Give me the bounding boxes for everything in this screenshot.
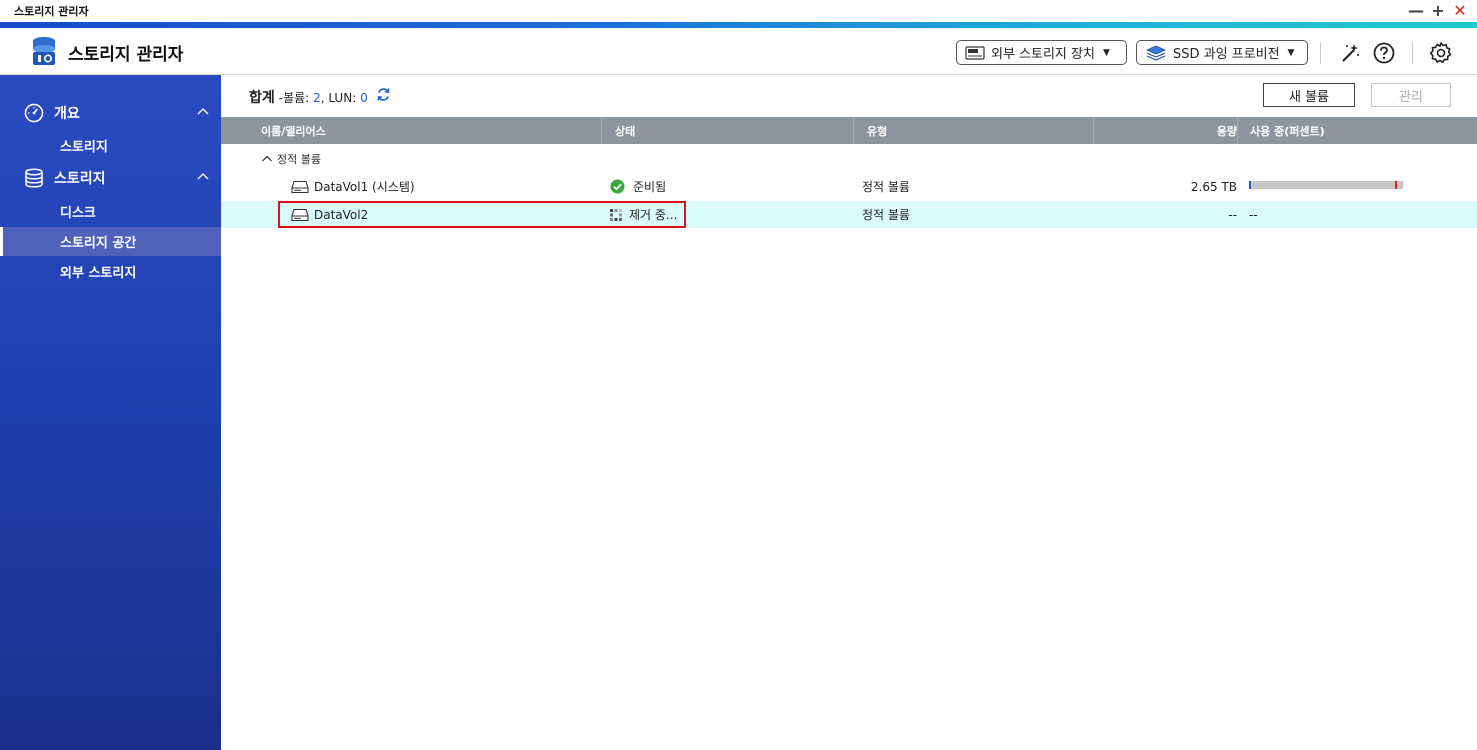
- summary-title: 합계: [249, 90, 275, 106]
- sidebar: 개요 스토리지 스토리지 디스크 스토리지 공간 외부 스토리지: [0, 75, 221, 750]
- usage-bar: [1249, 181, 1403, 189]
- volume-name-cell: DataVol1 (시스템): [291, 173, 415, 200]
- usage-bar-threshold: [1395, 181, 1397, 189]
- header-divider: [1412, 42, 1413, 64]
- gauge-icon: [24, 103, 44, 123]
- manage-button[interactable]: 관리: [1371, 83, 1451, 107]
- sidebar-group-storage[interactable]: 스토리지: [0, 164, 221, 192]
- refresh-icon[interactable]: [376, 87, 391, 102]
- chevron-down-icon: ▼: [1102, 47, 1110, 58]
- window-title: 스토리지 관리자: [14, 5, 89, 18]
- disk-volume-icon: [291, 180, 309, 193]
- header-divider: [1320, 42, 1321, 64]
- volume-group-row[interactable]: 정적 볼륨: [261, 151, 321, 167]
- chevron-up-icon: [197, 173, 209, 180]
- highlight-box: [278, 201, 686, 228]
- lun-count: 0: [360, 91, 368, 105]
- ssd-profiling-dropdown[interactable]: SSD 과잉 프로비전 ▼: [1136, 40, 1308, 65]
- window-controls: — + ✕: [1407, 2, 1469, 20]
- sidebar-item-label: 외부 스토리지: [60, 266, 137, 281]
- sidebar-item-label: 디스크: [60, 206, 96, 221]
- sidebar-group-label: 개요: [54, 106, 80, 122]
- database-icon: [25, 168, 43, 188]
- volume-summary: 합계 -볼륨: 2, LUN: 0: [249, 87, 391, 107]
- window-titlebar: 스토리지 관리자 — + ✕: [0, 0, 1477, 22]
- sidebar-item-disks[interactable]: 디스크: [3, 197, 221, 226]
- status-text: 준비됨: [633, 180, 667, 194]
- close-icon[interactable]: ✕: [1451, 2, 1469, 20]
- chevron-down-icon: ▼: [1287, 47, 1295, 58]
- column-header-name[interactable]: 이름/앨리어스: [261, 117, 326, 144]
- help-icon[interactable]: [1371, 40, 1397, 66]
- capacity-header-label: 용량: [1216, 124, 1237, 138]
- ssd-stack-icon: [1145, 44, 1167, 62]
- main-panel: 합계 -볼륨: 2, LUN: 0 새 볼륨 관리 이름/앨리어스 상태 유형 …: [221, 75, 1477, 750]
- table-row[interactable]: DataVol1 (시스템) 준비됨 정적 볼륨 2.65 TB: [221, 173, 1477, 200]
- table-header: 이름/앨리어스 상태 유형 용량 사용 중(퍼센트): [221, 117, 1477, 144]
- summary-volume-prefix: -볼륨:: [278, 91, 310, 105]
- volume-name: DataVol1 (시스템): [314, 180, 415, 194]
- sidebar-group-label: 스토리지: [54, 171, 106, 187]
- external-storage-label: 외부 스토리지 장치: [991, 47, 1095, 62]
- summary-lun-prefix: LUN:: [328, 91, 357, 105]
- ssd-icon: [965, 45, 985, 61]
- maximize-icon[interactable]: +: [1429, 2, 1447, 20]
- type-cell: 정적 볼륨: [862, 208, 910, 222]
- new-volume-button[interactable]: 새 볼륨: [1263, 83, 1355, 107]
- chevron-up-icon: [261, 153, 273, 165]
- external-storage-dropdown[interactable]: 외부 스토리지 장치 ▼: [956, 40, 1127, 65]
- type-cell: 정적 볼륨: [862, 180, 910, 194]
- column-header-usage[interactable]: 사용 중(퍼센트): [1237, 117, 1477, 144]
- check-circle-icon: [610, 179, 625, 194]
- sidebar-item-external-storage[interactable]: 외부 스토리지: [3, 257, 221, 286]
- status-cell: 준비됨: [610, 173, 666, 200]
- volume-group-label: 정적 볼륨: [277, 153, 321, 166]
- usage-cell: --: [1249, 207, 1258, 222]
- sidebar-item-label: 스토리지: [60, 140, 108, 155]
- sidebar-item-storage-overview[interactable]: 스토리지: [3, 131, 221, 160]
- minimize-icon[interactable]: —: [1407, 2, 1425, 20]
- app-header: 스토리지 관리자 외부 스토리지 장치 ▼ SSD 과잉 프로비전 ▼: [0, 28, 1477, 75]
- app-title: 스토리지 관리자: [68, 45, 184, 65]
- volume-count: 2: [313, 91, 321, 105]
- column-header-status[interactable]: 상태: [601, 117, 853, 144]
- column-header-type[interactable]: 유형: [853, 117, 1093, 144]
- settings-icon[interactable]: [1428, 40, 1454, 66]
- chevron-up-icon: [197, 108, 209, 115]
- app-logo-icon: [33, 37, 55, 65]
- sidebar-group-overview[interactable]: 개요: [0, 99, 221, 127]
- magic-wand-icon[interactable]: [1337, 40, 1363, 66]
- column-header-capacity[interactable]: 용량: [1093, 117, 1237, 144]
- sidebar-item-label: 스토리지 공간: [60, 236, 137, 251]
- sidebar-item-storage-space[interactable]: 스토리지 공간: [0, 227, 221, 256]
- usage-bar-fill: [1249, 181, 1251, 189]
- capacity-cell: --: [1228, 207, 1237, 222]
- ssd-profiling-label: SSD 과잉 프로비전: [1173, 47, 1280, 62]
- capacity-cell: 2.65 TB: [1190, 179, 1237, 194]
